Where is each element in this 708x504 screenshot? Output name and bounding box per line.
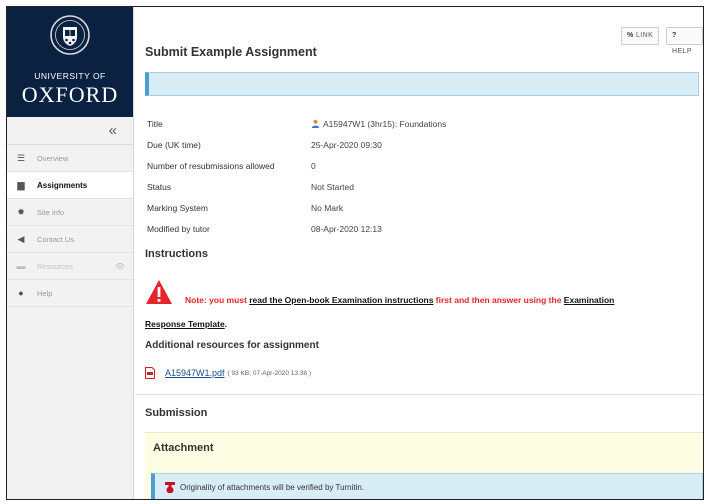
folder-icon: ▬ xyxy=(16,261,26,271)
warning-icon xyxy=(146,280,172,304)
send-icon: ◀ xyxy=(17,233,25,244)
attachment-heading: Attachment xyxy=(153,442,214,454)
note-text: Note: you must xyxy=(185,295,250,305)
file-meta: ( 93 KB; 07-Apr-2020 13:38 ) xyxy=(227,369,312,377)
link-icon: % xyxy=(627,32,634,39)
note-text: . xyxy=(224,319,228,329)
brand-line-1: UNIVERSITY OF xyxy=(34,71,106,81)
sidebar-item-label: Contact Us xyxy=(37,234,75,244)
link-button-label: LINK xyxy=(635,32,654,39)
university-logo[interactable]: UNIVERSITY OF OXFORD xyxy=(7,7,133,117)
property-label: Status xyxy=(147,181,172,192)
pdf-icon xyxy=(145,367,155,379)
property-row-modified: Modified by tutor 08-Apr-2020 12:13 xyxy=(147,218,446,239)
eye-icon: 👁 xyxy=(114,261,125,271)
note-text: first and then answer using the xyxy=(433,295,564,305)
property-row-status: Status Not Started xyxy=(147,176,446,197)
sidebar-item-contact-us[interactable]: ◀ Contact Us xyxy=(7,226,133,253)
property-row-due: Due (UK time) 25-Apr-2020 09:30 xyxy=(147,134,446,155)
submission-heading: Submission xyxy=(145,407,208,419)
collapse-sidebar-button[interactable]: « xyxy=(7,117,133,145)
page-title: Submit Example Assignment xyxy=(145,45,317,59)
sidebar-item-label: Assignments xyxy=(37,180,88,190)
assignment-icon: ▆ xyxy=(17,179,25,190)
property-row-marking: Marking System No Mark xyxy=(147,197,446,218)
property-row-resubmissions: Number of resubmissions allowed 0 xyxy=(147,155,446,176)
help-button[interactable]: ? HELP xyxy=(666,27,703,55)
sidebar: UNIVERSITY OF OXFORD « ☰ Overview ▆ Assi… xyxy=(7,7,134,499)
help-button-label: HELP xyxy=(672,48,692,55)
turnitin-text: Originality of attachments will be verif… xyxy=(180,483,365,492)
open-book-instructions-link[interactable]: read the Open-book Examination instructi… xyxy=(249,295,433,305)
property-label: Number of resubmissions allowed xyxy=(147,160,275,171)
sidebar-item-resources[interactable]: ▬ Resources 👁 xyxy=(7,253,133,280)
sidebar-item-label: Resources xyxy=(37,261,73,271)
section-divider xyxy=(135,394,703,395)
list-icon: ☰ xyxy=(16,152,26,163)
link-button[interactable]: % LINK xyxy=(621,27,660,45)
property-label: Title xyxy=(147,118,163,129)
instructions-note-continued: Response Template. xyxy=(145,319,227,329)
help-icon: ● xyxy=(18,288,24,298)
resources-heading: Additional resources for assignment xyxy=(145,340,319,351)
main-content: % LINK ? HELP Submit Example Assignment … xyxy=(135,7,703,499)
sidebar-item-label: Help xyxy=(37,288,53,298)
sidebar-item-site-info[interactable]: ✹ Site info xyxy=(7,199,133,226)
turnitin-notice: Originality of attachments will be verif… xyxy=(151,473,703,499)
property-value: 25-Apr-2020 09:30 xyxy=(311,139,382,150)
property-value: No Mark xyxy=(311,202,344,213)
response-template-link[interactable]: Response Template xyxy=(145,319,225,329)
assignment-title-value: A15947W1 (3hr15): Foundations xyxy=(323,118,447,129)
gear-icon: ✹ xyxy=(17,206,25,217)
property-value: Not Started xyxy=(311,181,354,192)
sidebar-item-label: Site info xyxy=(37,207,65,217)
question-icon: ? xyxy=(672,32,677,39)
property-value: 08-Apr-2020 12:13 xyxy=(311,223,382,234)
pdf-file-link[interactable]: A15947W1.pdf xyxy=(165,368,225,378)
sidebar-item-assignments[interactable]: ▆ Assignments xyxy=(7,172,133,199)
property-label: Due (UK time) xyxy=(147,139,201,150)
property-label: Modified by tutor xyxy=(147,223,210,234)
app-window: UNIVERSITY OF OXFORD « ☰ Overview ▆ Assi… xyxy=(6,6,704,500)
property-label: Marking System xyxy=(147,202,208,213)
property-value: 0 xyxy=(311,160,316,171)
sidebar-item-overview[interactable]: ☰ Overview xyxy=(7,145,133,172)
property-value: A15947W1 (3hr15): Foundations xyxy=(311,119,446,129)
assignment-properties: Title A15947W1 (3hr15): Foundations Due … xyxy=(147,113,446,239)
instructions-heading: Instructions xyxy=(145,248,208,260)
brand-line-2: OXFORD xyxy=(21,82,119,107)
attachment-panel: Attachment Originality of attachments wi… xyxy=(145,432,703,499)
examination-link[interactable]: Examination xyxy=(564,295,615,305)
info-banner xyxy=(145,72,699,96)
sidebar-item-help[interactable]: ● Help xyxy=(7,280,133,307)
double-chevron-left-icon: « xyxy=(108,122,117,139)
person-icon xyxy=(311,119,320,128)
crest-icon xyxy=(50,15,90,55)
sidebar-item-label: Overview xyxy=(37,153,69,163)
turnitin-icon xyxy=(165,482,175,493)
attachment-file-row: A15947W1.pdf ( 93 KB; 07-Apr-2020 13:38 … xyxy=(145,367,311,379)
property-row-title: Title A15947W1 (3hr15): Foundations xyxy=(147,113,446,134)
instructions-note: Note: you must read the Open-book Examin… xyxy=(185,295,614,305)
